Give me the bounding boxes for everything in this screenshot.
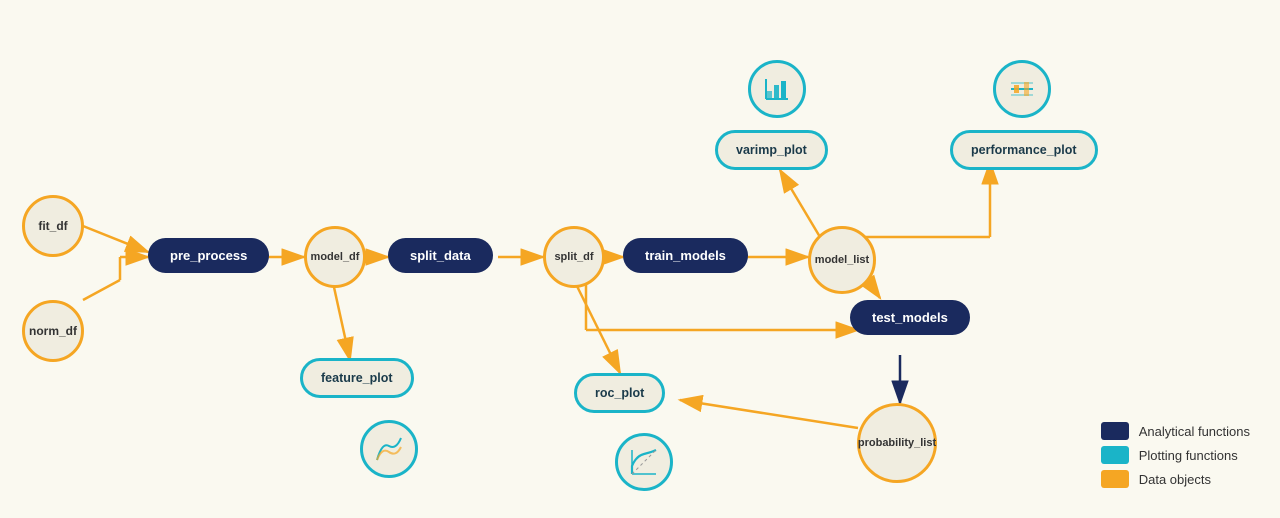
legend: Analytical functions Plotting functions … <box>1101 422 1250 488</box>
pre-process-node: pre_process <box>148 238 269 273</box>
fit-df-node: fit_df <box>22 195 84 257</box>
split-data-node: split_data <box>388 238 493 273</box>
norm-df-node: norm_df <box>22 300 84 362</box>
legend-item-plotting: Plotting functions <box>1101 446 1250 464</box>
split-df-node: split_df <box>543 226 605 288</box>
train-models-node: train_models <box>623 238 748 273</box>
performance-plot-node: performance_plot <box>950 130 1098 170</box>
legend-color-plotting <box>1101 446 1129 464</box>
feature-plot-node: feature_plot <box>300 358 414 398</box>
varimp-plot-icon <box>748 60 806 118</box>
pipeline-diagram: fit_df norm_df pre_process model_df spli… <box>0 0 1280 518</box>
varimp-plot-node: varimp_plot <box>715 130 828 170</box>
legend-item-analytical: Analytical functions <box>1101 422 1250 440</box>
model-list-node: model_list <box>808 226 876 294</box>
roc-plot-node: roc_plot <box>574 373 665 413</box>
legend-color-analytical <box>1101 422 1129 440</box>
test-models-node: test_models <box>850 300 970 335</box>
probability-list-node: probability_list <box>857 403 937 483</box>
model-df-node: model_df <box>304 226 366 288</box>
roc-plot-icon <box>615 433 673 491</box>
legend-item-data: Data objects <box>1101 470 1250 488</box>
performance-plot-icon <box>993 60 1051 118</box>
legend-color-data <box>1101 470 1129 488</box>
feature-plot-icon <box>360 420 418 478</box>
